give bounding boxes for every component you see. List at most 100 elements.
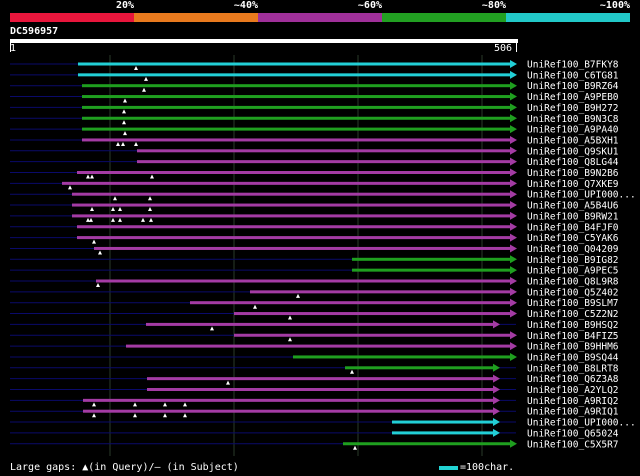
- hit-row[interactable]: UniRef100_Q5Z402: [10, 287, 619, 298]
- alignment-bar: [78, 73, 511, 77]
- alignment-arrow: [510, 135, 517, 144]
- hit-row[interactable]: UniRef100_A5B4U6: [10, 201, 619, 212]
- hit-row[interactable]: UniRef100_Q6Z3A8: [10, 374, 619, 385]
- hit-row[interactable]: UniRef100_B9RW21: [10, 211, 619, 222]
- hit-row[interactable]: UniRef100_B9SLM7: [10, 298, 619, 309]
- hit-row[interactable]: UniRef100_B7FKY8: [10, 60, 619, 71]
- hit-row[interactable]: UniRef100_B9RZ64: [10, 81, 619, 92]
- hit-label[interactable]: UniRef100_B9N2B6: [527, 168, 619, 179]
- hit-label[interactable]: UniRef100_C5X5R7: [527, 439, 619, 450]
- hit-label[interactable]: UniRef100_B9SLM7: [527, 298, 619, 309]
- hit-label[interactable]: UniRef100_B9HHM6: [527, 342, 619, 353]
- hit-label[interactable]: UniRef100_C5Z2N2: [527, 309, 619, 320]
- hit-row[interactable]: UniRef100_B9HSQ2: [10, 320, 619, 331]
- alignment-arrow: [510, 342, 517, 351]
- hit-label[interactable]: UniRef100_Q65024: [527, 428, 619, 439]
- alignment-bar: [96, 279, 511, 283]
- alignment-bar: [83, 398, 494, 402]
- hit-row[interactable]: UniRef100_A9PEB0: [10, 92, 619, 103]
- hit-row[interactable]: UniRef100_B4FJF0: [10, 222, 619, 233]
- hit-row[interactable]: UniRef100_UPI000...: [10, 190, 636, 201]
- hit-label[interactable]: UniRef100_B8LRT8: [527, 363, 619, 374]
- hit-row[interactable]: UniRef100_B9SQ44: [10, 352, 619, 363]
- hit-label[interactable]: UniRef100_B9IG82: [527, 255, 619, 266]
- hit-label[interactable]: UniRef100_Q7XKE9: [527, 179, 619, 190]
- hit-label[interactable]: UniRef100_Q8LG44: [527, 157, 619, 168]
- hit-label[interactable]: UniRef100_Q8L9R8: [527, 277, 619, 288]
- hit-row[interactable]: UniRef100_UPI000...: [10, 418, 636, 429]
- hit-label[interactable]: UniRef100_C6TG81: [527, 70, 619, 81]
- hit-label[interactable]: UniRef100_UPI000...: [527, 190, 636, 201]
- hit-label[interactable]: UniRef100_Q5Z402: [527, 287, 619, 298]
- query-gap-marker: [118, 217, 122, 222]
- hit-label[interactable]: UniRef100_B9N3C8: [527, 114, 619, 125]
- query-gap-marker: [68, 185, 72, 190]
- hit-row[interactable]: UniRef100_B9H272: [10, 103, 619, 114]
- query-gap-marker: [121, 141, 125, 146]
- hit-row[interactable]: UniRef100_A9RIQ1: [10, 407, 619, 418]
- alignment-arrow: [493, 374, 500, 383]
- alignment-arrow: [510, 298, 517, 307]
- hit-row[interactable]: UniRef100_B9HHM6: [10, 342, 619, 353]
- hit-label[interactable]: UniRef100_B9HSQ2: [527, 320, 619, 331]
- hit-row[interactable]: UniRef100_B9N3C8: [10, 114, 619, 125]
- query-gap-marker: [92, 402, 96, 407]
- hit-label[interactable]: UniRef100_A9PEB0: [527, 92, 619, 103]
- hit-label[interactable]: UniRef100_B4FJF0: [527, 222, 619, 233]
- query-gap-marker: [163, 413, 167, 418]
- hit-row[interactable]: UniRef100_Q8LG44: [10, 157, 619, 168]
- hit-row[interactable]: UniRef100_B4FIZ5: [10, 331, 619, 342]
- alignment-arrow: [510, 255, 517, 264]
- hit-row[interactable]: UniRef100_Q9SKU1: [10, 146, 619, 157]
- hit-row[interactable]: UniRef100_C5YAK6: [10, 233, 619, 244]
- query-gap-marker: [111, 207, 115, 212]
- hit-label[interactable]: UniRef100_C5YAK6: [527, 233, 619, 244]
- hit-label[interactable]: UniRef100_B9RW21: [527, 211, 619, 222]
- alignment-arrow: [493, 396, 500, 405]
- query-gap-marker: [133, 402, 137, 407]
- hit-label[interactable]: UniRef100_Q9SKU1: [527, 146, 619, 157]
- hit-row[interactable]: UniRef100_Q8L9R8: [10, 277, 619, 288]
- scale-swatch: [439, 466, 458, 470]
- hit-label[interactable]: UniRef100_B4FIZ5: [527, 331, 619, 342]
- hit-row[interactable]: UniRef100_C6TG81: [10, 70, 619, 81]
- hit-label[interactable]: UniRef100_A9PA40: [527, 125, 619, 136]
- hit-label[interactable]: UniRef100_A5B4U6: [527, 201, 619, 212]
- hit-row[interactable]: UniRef100_Q65024: [10, 428, 619, 439]
- hit-row[interactable]: UniRef100_A2YLQ2: [10, 385, 619, 396]
- hit-row[interactable]: UniRef100_C5Z2N2: [10, 309, 619, 320]
- hit-label[interactable]: UniRef100_A9PEC5: [527, 266, 619, 277]
- hit-row[interactable]: UniRef100_B9N2B6: [10, 168, 619, 179]
- alignment-bar: [352, 257, 511, 261]
- hit-row[interactable]: UniRef100_A9PA40: [10, 125, 619, 136]
- hit-row[interactable]: UniRef100_A9RIQ2: [10, 396, 619, 407]
- query-gap-marker: [353, 445, 357, 450]
- hit-row[interactable]: UniRef100_Q04209: [10, 244, 619, 255]
- alignment-bar: [78, 62, 511, 66]
- hit-row[interactable]: UniRef100_A9PEC5: [10, 266, 619, 277]
- alignment-bar: [234, 312, 511, 316]
- hit-label[interactable]: UniRef100_UPI000...: [527, 418, 636, 429]
- hit-label[interactable]: UniRef100_B9RZ64: [527, 81, 619, 92]
- hit-label[interactable]: UniRef100_B9H272: [527, 103, 619, 114]
- hit-label[interactable]: UniRef100_A5BXH1: [527, 135, 619, 146]
- alignment-arrow: [510, 439, 517, 448]
- query-gap-marker: [96, 283, 100, 287]
- hit-row[interactable]: UniRef100_C5X5R7: [10, 439, 619, 450]
- hit-row[interactable]: UniRef100_B8LRT8: [10, 363, 619, 374]
- hit-label[interactable]: UniRef100_B9SQ44: [527, 352, 619, 363]
- hit-label[interactable]: UniRef100_A9RIQ2: [527, 396, 619, 407]
- hit-row[interactable]: UniRef100_B9IG82: [10, 255, 619, 266]
- hit-row[interactable]: UniRef100_Q7XKE9: [10, 179, 619, 190]
- hit-row[interactable]: UniRef100_A5BXH1: [10, 135, 619, 146]
- alignment-arrow: [510, 331, 517, 340]
- query-gap-marker: [134, 66, 138, 70]
- hit-label[interactable]: UniRef100_Q04209: [527, 244, 619, 255]
- hit-label[interactable]: UniRef100_A2YLQ2: [527, 385, 619, 396]
- query-gap-marker: [122, 109, 126, 114]
- hit-label[interactable]: UniRef100_A9RIQ1: [527, 407, 619, 418]
- hit-label[interactable]: UniRef100_Q6Z3A8: [527, 374, 619, 385]
- alignment-arrow: [510, 287, 517, 296]
- hit-label[interactable]: UniRef100_B7FKY8: [527, 60, 619, 71]
- large-gaps-legend: Large gaps: ▲(in Query)/— (in Subject): [10, 462, 239, 473]
